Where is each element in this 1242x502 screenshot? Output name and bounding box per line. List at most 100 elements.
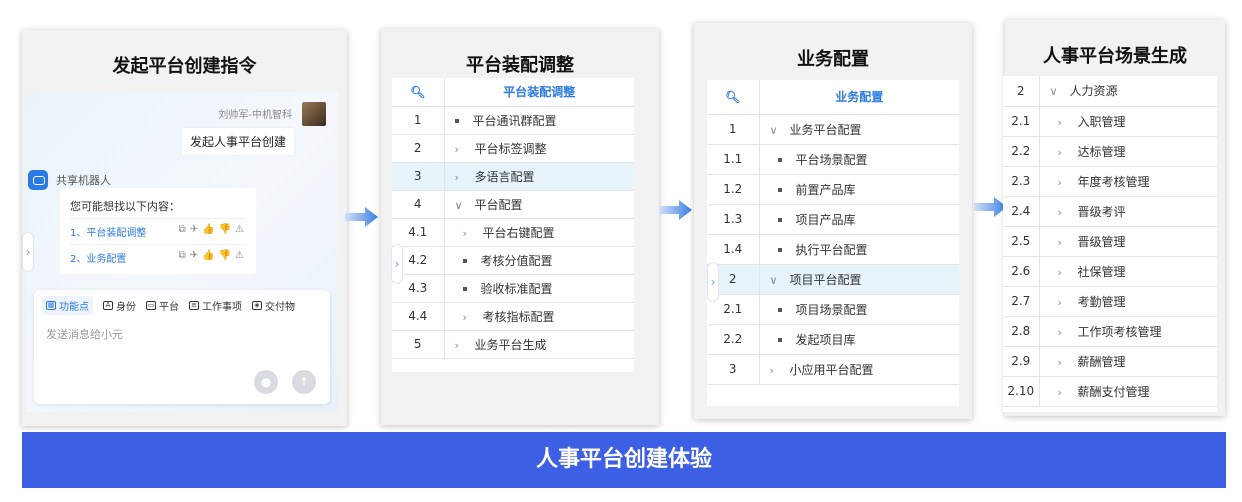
row-label-cell: 执行平台配置 [759,234,959,265]
tab-platform[interactable]: ▭ 平台 [146,296,179,315]
chevron-right-icon[interactable]: › [1058,356,1078,369]
table-row[interactable]: 2.10 › 薪酬支付管理 [1003,376,1217,407]
chevron-down-icon[interactable]: ∨ [770,124,790,137]
table-row[interactable]: 1.4 执行平台配置 [707,234,959,265]
chevron-right-icon[interactable]: › [455,171,475,184]
row-label-cell: 项目场景配置 [759,294,959,325]
send-button[interactable]: ↑ [292,370,316,394]
table-row[interactable]: 4.4 › 考核指标配置 [392,302,634,331]
bullet-icon [777,158,782,162]
row-label-cell: › 入职管理 [1039,106,1217,137]
row-number: 2.5 [1003,226,1040,257]
tab-work-item[interactable]: ≡ 工作事项 [189,296,242,315]
banner: 人事平台创建体验 [22,432,1226,488]
row-number: 2.6 [1003,256,1040,287]
avatar [302,102,326,126]
row-label: 工作项考核管理 [1077,324,1162,339]
bullet-icon [777,308,782,312]
option-business-config[interactable]: 2、业务配置 [70,250,126,265]
layers-icon: ◈ [252,301,262,310]
bullet-icon [462,259,467,263]
row-label: 业务平台生成 [474,337,547,352]
chevron-right-icon[interactable]: › [1058,386,1078,399]
table-row[interactable]: 2.3 › 年度考核管理 [1003,166,1217,197]
chevron-right-icon[interactable]: › [455,143,475,156]
expand-handle[interactable]: › [707,262,719,302]
chevron-right-icon[interactable]: › [1058,296,1078,309]
chevron-right-icon[interactable]: › [455,339,475,352]
table-row[interactable]: 2.9 › 薪酬管理 [1003,346,1217,377]
expand-handle[interactable]: › [391,244,403,284]
table-row[interactable]: 2.1 项目场景配置 [707,294,959,325]
table-row[interactable]: 2 ∨ 项目平台配置 [707,264,959,295]
table-row[interactable]: 3 › 小应用平台配置 [707,354,959,385]
panel-title: 业务配置 [797,49,869,70]
table-row[interactable]: 2.7 › 考勤管理 [1003,286,1217,317]
chevron-right-icon[interactable]: › [463,227,483,240]
chevron-down-icon[interactable]: ∨ [455,199,475,212]
message-input[interactable]: ▦ 功能点 A 身份 ▭ 平台 ≡ 工作事项 ◈ 交付物 发送消息给小元 ● ↑ [34,290,330,404]
table-row[interactable]: 4.3 验收标准配置 [392,274,634,303]
row-label-cell: 平台通讯群配置 [444,106,634,135]
row-number: 5 [392,330,445,359]
row-label: 多语言配置 [474,169,535,184]
table-row[interactable]: 2.1 › 入职管理 [1003,106,1217,137]
panel-title: 平台装配调整 [466,55,574,76]
table-row[interactable]: 2.2 发起项目库 [707,324,959,355]
table-row[interactable]: 2.6 › 社保管理 [1003,256,1217,287]
table-row[interactable]: 4 ∨ 平台配置 [392,190,634,219]
table-row[interactable]: 2.4 › 晋级考评 [1003,196,1217,227]
row-label: 人力资源 [1069,84,1118,99]
row-number: 4 [392,190,445,219]
row-label: 业务平台配置 [789,122,862,137]
chat-area: 刘帅军-中机智科 发起人事平台创建 共享机器人 您可能想找以下内容： 1、平台装… [22,92,338,412]
chevron-down-icon[interactable]: ∨ [770,274,790,287]
chevron-right-icon[interactable]: › [1058,176,1078,189]
search-icon[interactable]: 🔍︎ [392,78,445,107]
chevron-right-icon[interactable]: › [1058,326,1078,339]
tab-identity[interactable]: A 身份 [103,296,136,315]
chevron-down-icon[interactable]: ∨ [1050,85,1070,98]
chevron-right-icon[interactable]: › [1058,236,1078,249]
table-row[interactable]: 1 平台通讯群配置 [392,106,634,135]
table-row[interactable]: 1.3 项目产品库 [707,204,959,235]
message-actions-icon[interactable]: ⧉✈👍👎⚠ [179,224,248,235]
table-row[interactable]: 1 ∨ 业务平台配置 [707,114,959,145]
row-label: 晋级考评 [1077,204,1126,219]
table-row[interactable]: 1.2 前置产品库 [707,174,959,205]
expand-handle[interactable]: › [22,232,34,272]
chevron-right-icon[interactable]: › [1058,206,1078,219]
chevron-right-icon[interactable]: › [770,364,790,377]
tab-deliverable[interactable]: ◈ 交付物 [252,296,295,315]
option-platform-assembly[interactable]: 1、平台装配调整 [70,224,146,239]
chevron-right-icon[interactable]: › [463,311,483,324]
row-label-cell: › 晋级考评 [1039,196,1217,227]
table-row[interactable]: 3 › 多语言配置 [392,162,634,191]
user-message: 发起人事平台创建 [181,128,294,155]
table-row[interactable]: 1.1 平台场景配置 [707,144,959,175]
row-number: 2.8 [1003,316,1040,347]
input-placeholder: 发送消息给小元 [46,328,123,341]
table-row[interactable]: 2 › 平台标签调整 [392,134,634,163]
search-icon[interactable]: 🔍︎ [707,80,760,115]
table-row[interactable]: 4.2 考核分值配置 [392,246,634,275]
table-row[interactable]: 2 ∨ 人力资源 [1003,76,1217,107]
row-label: 平台标签调整 [474,141,547,156]
table-row[interactable]: 4.1 › 平台右键配置 [392,218,634,247]
row-label: 考核分值配置 [480,253,553,268]
table-row[interactable]: 5 › 业务平台生成 [392,330,634,359]
chevron-right-icon[interactable]: › [1058,116,1078,129]
tab-function[interactable]: ▦ 功能点 [42,296,93,315]
microphone-button[interactable]: ● [254,370,278,394]
row-number: 2.4 [1003,196,1040,227]
row-label-cell: › 社保管理 [1039,256,1217,287]
table-row[interactable]: 2.5 › 晋级管理 [1003,226,1217,257]
row-label-cell: 发起项目库 [759,324,959,355]
chevron-right-icon[interactable]: › [1058,146,1078,159]
chevron-right-icon[interactable]: › [1058,266,1078,279]
row-label-cell: › 年度考核管理 [1039,166,1217,197]
message-actions-icon[interactable]: ⧉✈👍👎⚠ [179,250,248,261]
table-row[interactable]: 2.8 › 工作项考核管理 [1003,316,1217,347]
table-row[interactable]: 2.2 › 达标管理 [1003,136,1217,167]
row-label: 小应用平台配置 [789,362,874,377]
